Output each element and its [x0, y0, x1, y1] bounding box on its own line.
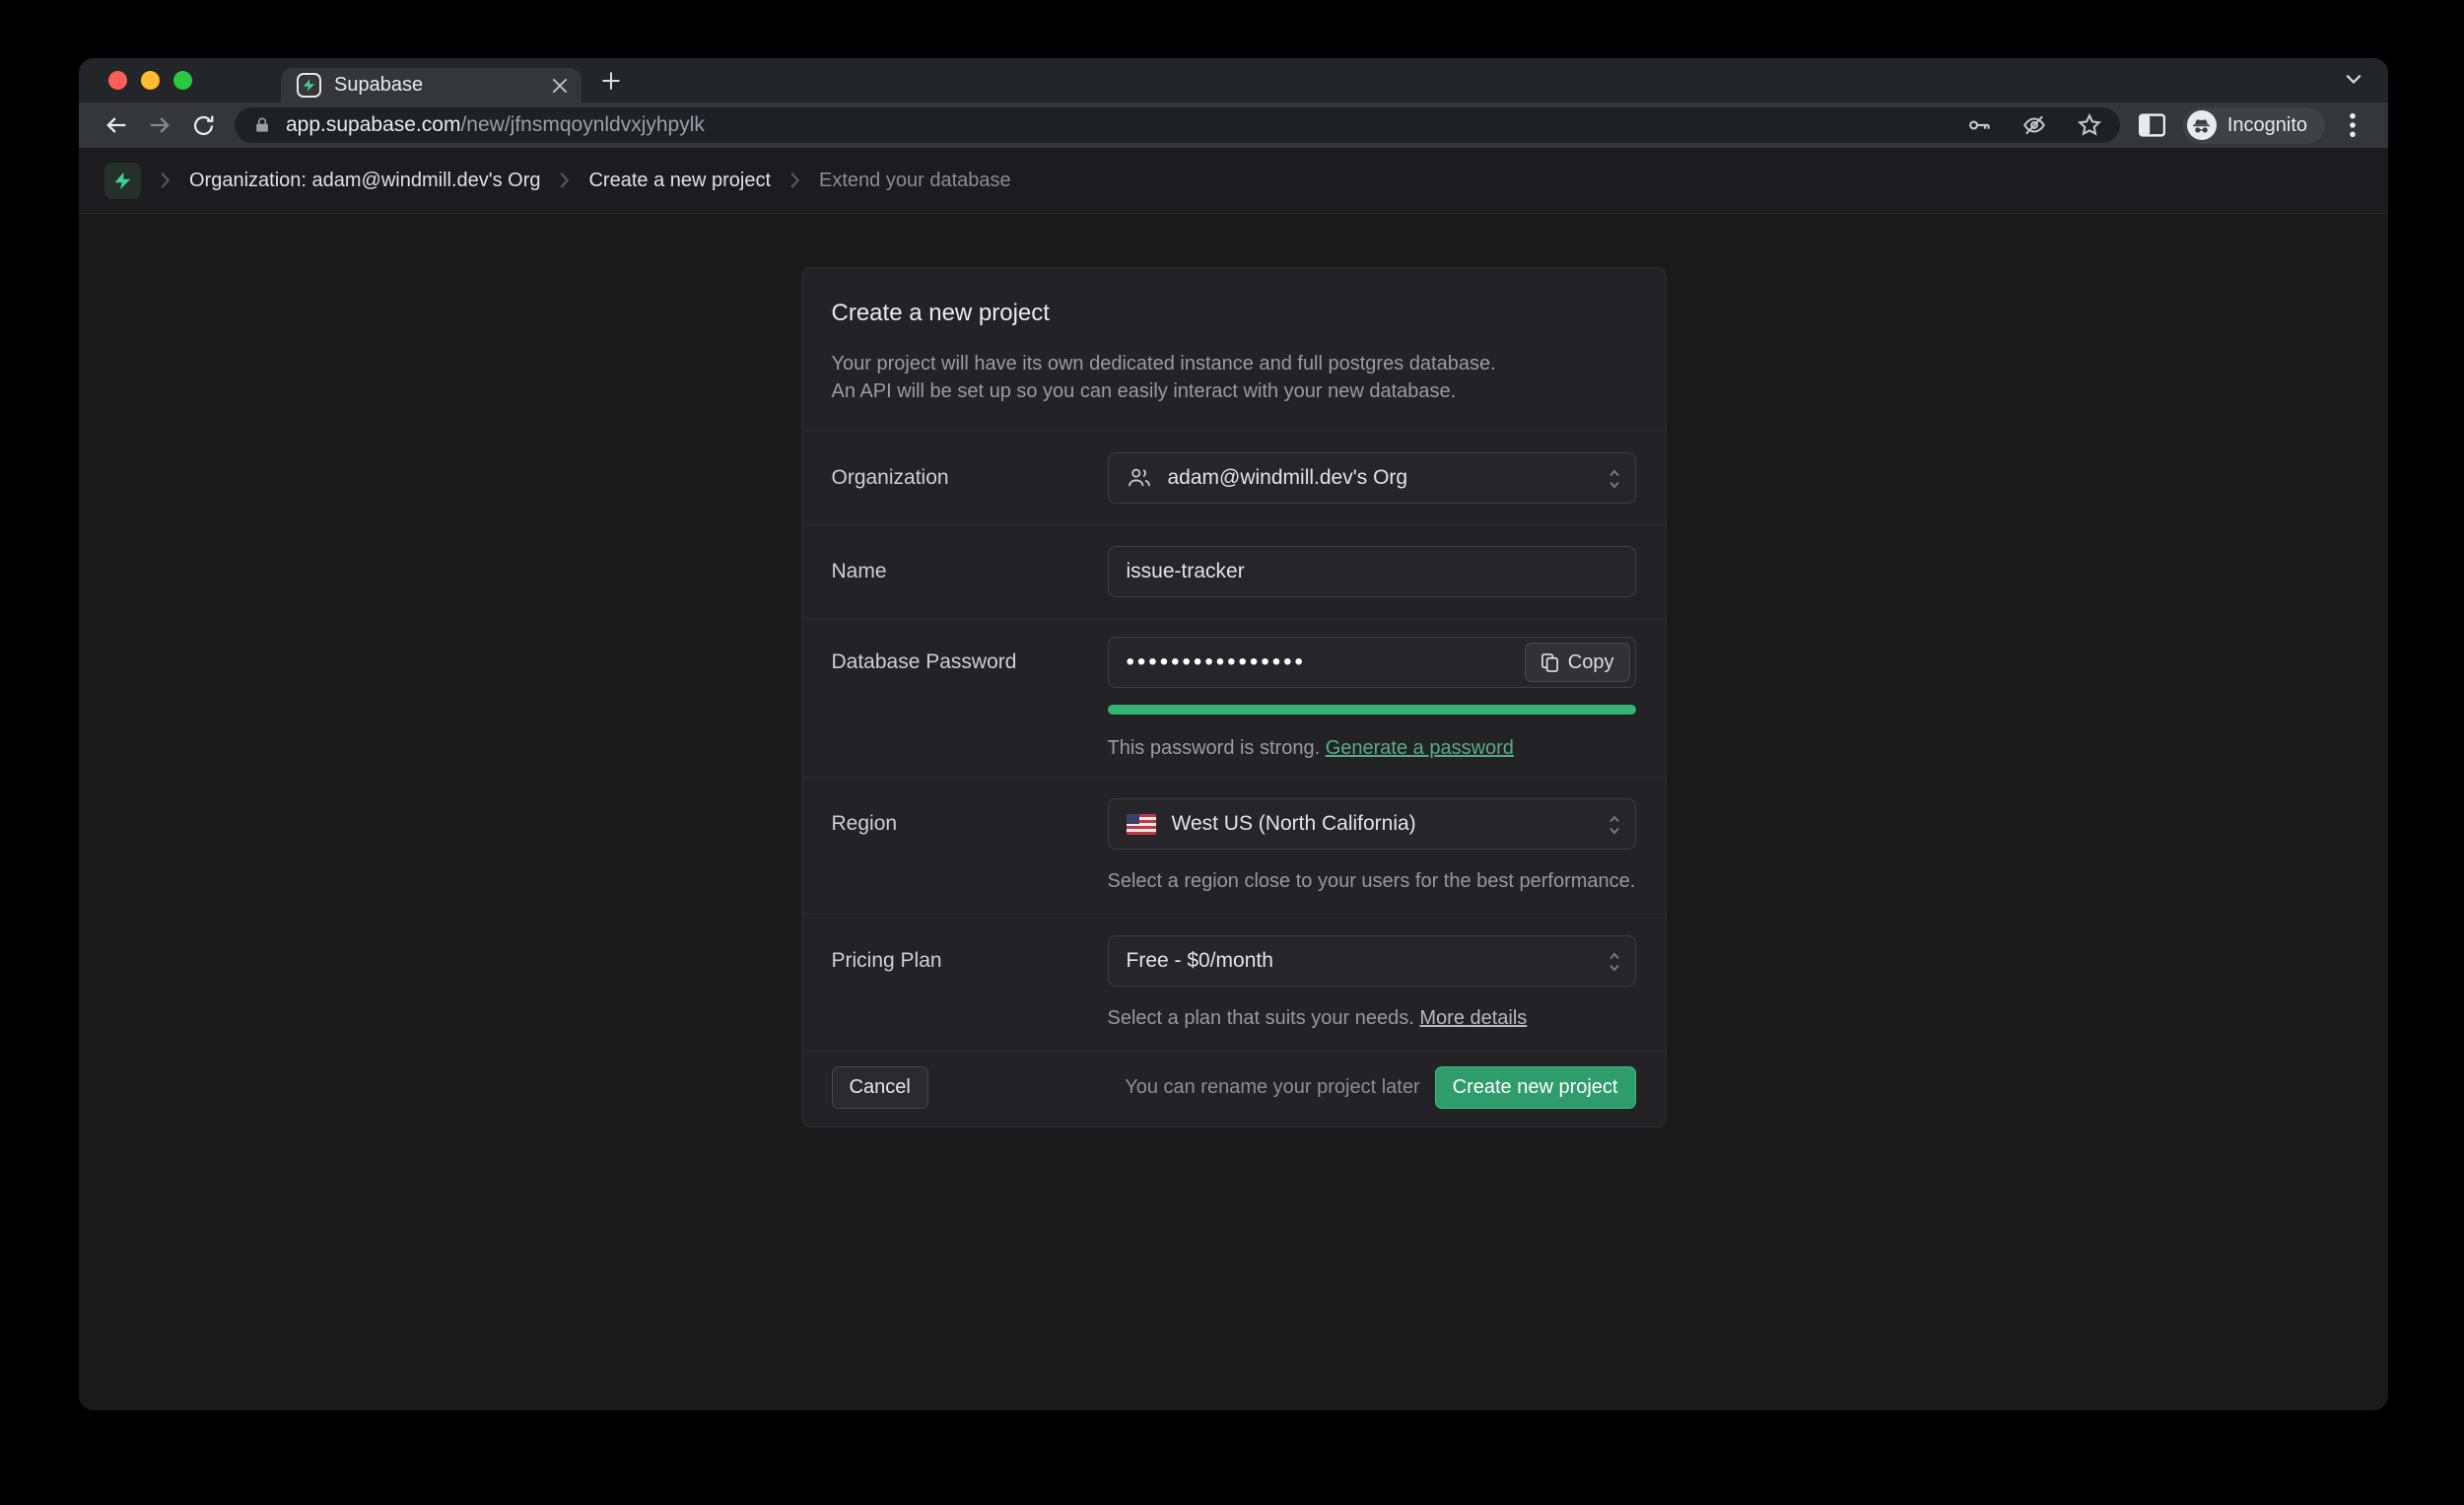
organization-value: adam@windmill.dev's Org	[1168, 466, 1408, 490]
copy-password-button[interactable]: Copy	[1525, 643, 1630, 682]
close-window-button[interactable]	[108, 71, 127, 90]
name-label: Name	[832, 546, 1108, 597]
region-row: Region West US (North California) Select…	[802, 777, 1666, 914]
password-field-wrap: Copy	[1108, 637, 1636, 688]
password-label: Database Password	[832, 637, 1108, 760]
page-title: Create a new project	[832, 300, 1636, 327]
side-panel-icon[interactable]	[2130, 105, 2175, 145]
page-background: Create a new project Your project will h…	[79, 214, 2388, 1410]
us-flag-icon	[1127, 814, 1156, 835]
bookmark-star-icon[interactable]	[2069, 109, 2110, 141]
minimize-window-button[interactable]	[141, 71, 160, 90]
organization-row: Organization adam@windmill.dev's Org	[802, 431, 1666, 524]
password-key-icon[interactable]	[1958, 109, 2000, 141]
users-icon	[1127, 465, 1152, 491]
url-path: /new/jfnsmqoynldvxjyhpylk	[460, 113, 704, 136]
tab-strip: Supabase	[79, 58, 2388, 103]
card-footer: Cancel You can rename your project later…	[802, 1051, 1666, 1127]
back-icon[interactable]	[95, 105, 138, 145]
pricing-label: Pricing Plan	[832, 935, 1108, 1030]
create-new-project-button[interactable]: Create new project	[1435, 1066, 1636, 1109]
incognito-badge[interactable]: Incognito	[2183, 107, 2325, 144]
select-updown-icon	[1607, 949, 1622, 975]
card-description: Your project will have its own dedicated…	[832, 350, 1636, 405]
tab-close-icon[interactable]	[552, 78, 568, 94]
password-strength-bar	[1108, 705, 1636, 715]
select-updown-icon	[1607, 466, 1622, 492]
breadcrumb-extend-database: Extend your database	[819, 170, 1011, 192]
pricing-helper-text: Select a plan that suits your needs.	[1108, 1007, 1414, 1029]
pricing-select[interactable]: Free - $0/month	[1108, 935, 1636, 987]
window-controls	[108, 71, 192, 90]
incognito-avatar-icon	[2187, 110, 2217, 140]
supabase-favicon-icon	[297, 73, 321, 98]
password-note: This password is strong. Generate a pass…	[1108, 737, 1636, 760]
name-row: Name	[802, 524, 1666, 618]
app-header: Organization: adam@windmill.dev's Org Cr…	[79, 148, 2388, 214]
url-bar[interactable]: app.supabase.com/new/jfnsmqoynldvxjyhpyl…	[235, 107, 2120, 143]
select-updown-icon	[1607, 812, 1622, 838]
card-header: Create a new project Your project will h…	[802, 268, 1666, 431]
pricing-value: Free - $0/month	[1127, 949, 1273, 973]
more-details-link[interactable]: More details	[1419, 1007, 1527, 1029]
region-label: Region	[832, 798, 1108, 893]
chevron-right-icon	[789, 171, 800, 189]
description-line-2: An API will be set up so you can easily …	[832, 377, 1636, 405]
reload-icon[interactable]	[181, 105, 225, 145]
name-field-wrap	[1108, 546, 1636, 597]
tab-title: Supabase	[334, 74, 539, 97]
lock-icon	[252, 114, 272, 136]
password-strength-text: This password is strong.	[1108, 737, 1321, 759]
region-select[interactable]: West US (North California)	[1108, 798, 1636, 850]
generate-password-link[interactable]: Generate a password	[1326, 737, 1514, 759]
tab-supabase[interactable]: Supabase	[281, 68, 582, 103]
forward-icon[interactable]	[138, 105, 181, 145]
description-line-1: Your project will have its own dedicated…	[832, 350, 1636, 377]
organization-label: Organization	[832, 452, 1108, 504]
create-project-card: Create a new project Your project will h…	[801, 267, 1667, 1128]
supabase-logo-icon[interactable]	[104, 163, 141, 199]
url-text: app.supabase.com/new/jfnsmqoynldvxjyhpyl…	[286, 113, 705, 137]
zoom-window-button[interactable]	[173, 71, 192, 90]
region-helper: Select a region close to your users for …	[1108, 870, 1636, 893]
browser-toolbar: app.supabase.com/new/jfnsmqoynldvxjyhpyl…	[79, 103, 2388, 148]
new-tab-button[interactable]	[601, 71, 621, 91]
url-domain: app.supabase.com	[286, 113, 460, 136]
breadcrumb-create-project[interactable]: Create a new project	[588, 170, 771, 192]
eye-off-icon[interactable]	[2014, 109, 2055, 141]
rename-note: You can rename your project later	[1125, 1076, 1419, 1099]
breadcrumb-organization[interactable]: Organization: adam@windmill.dev's Org	[189, 170, 540, 192]
organization-select[interactable]: adam@windmill.dev's Org	[1108, 452, 1636, 504]
tab-search-chevron-icon[interactable]	[2345, 73, 2362, 85]
region-value: West US (North California)	[1172, 812, 1416, 836]
pricing-row: Pricing Plan Free - $0/month Select a pl…	[802, 914, 1666, 1051]
pricing-helper: Select a plan that suits your needs. Mor…	[1108, 1007, 1636, 1030]
password-row: Database Password Copy This password is …	[802, 618, 1666, 777]
browser-menu-icon[interactable]	[2333, 105, 2372, 145]
name-input[interactable]	[1127, 560, 1617, 583]
chevron-right-icon	[160, 171, 171, 189]
browser-window: Supabase app.supabase.com/new/jfnsmqoynl…	[79, 58, 2388, 1410]
incognito-label: Incognito	[2227, 114, 2307, 137]
copy-button-label: Copy	[1568, 651, 1614, 674]
chevron-right-icon	[559, 171, 570, 189]
cancel-button[interactable]: Cancel	[832, 1066, 928, 1109]
